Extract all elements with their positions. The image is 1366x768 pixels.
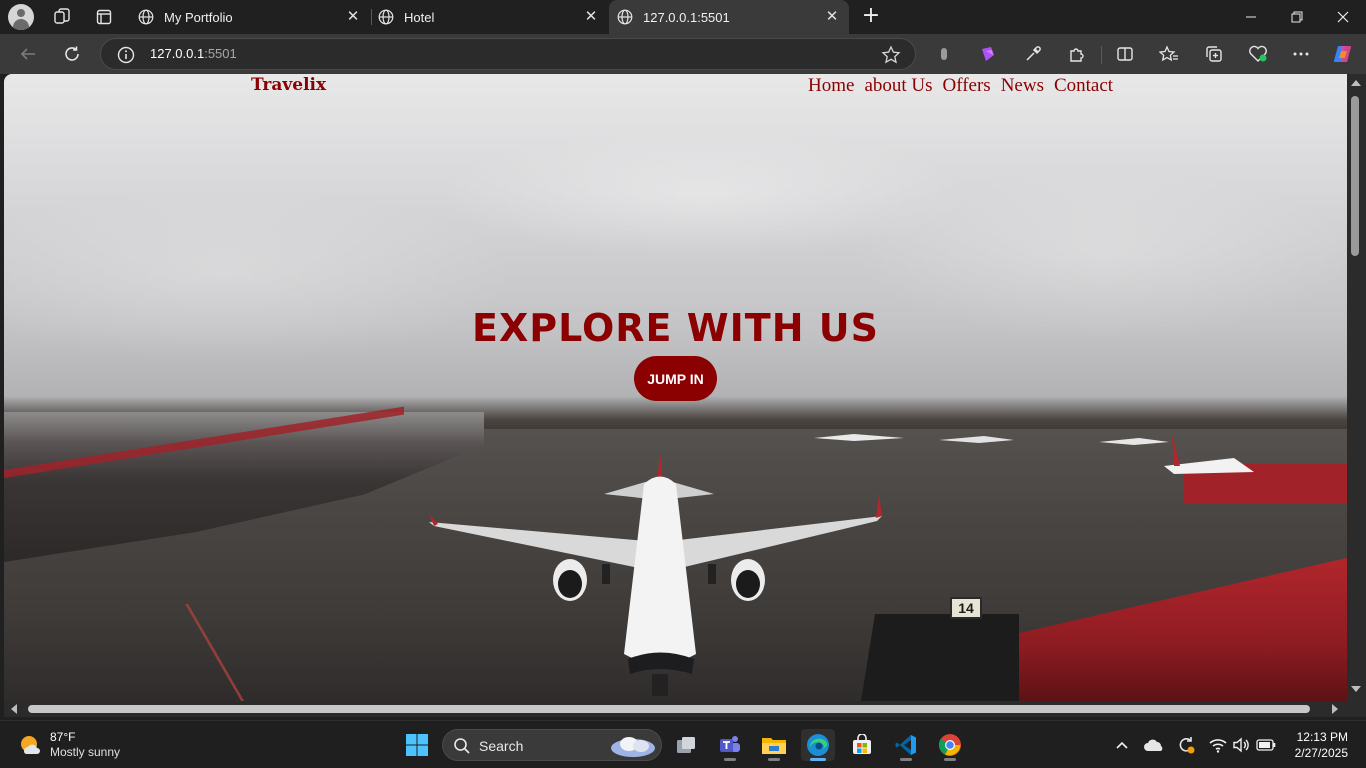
microsoft-store-icon[interactable] [845, 729, 879, 761]
browser-essentials-icon[interactable] [1247, 43, 1269, 65]
hero-title: EXPLORE WITH US [472, 306, 879, 350]
profile-avatar-icon[interactable] [8, 4, 34, 30]
teams-icon[interactable] [713, 729, 747, 761]
partly-sunny-icon [18, 733, 42, 757]
nav-link-about[interactable]: about Us [864, 75, 932, 97]
extension-dot-icon[interactable] [933, 43, 955, 65]
vertical-scrollbar[interactable] [1347, 74, 1366, 701]
taskbar-clock[interactable]: 12:13 PM 2/27/2025 [1295, 729, 1348, 761]
eyedropper-icon[interactable] [1022, 43, 1044, 65]
vertical-scroll-thumb[interactable] [1351, 96, 1359, 256]
browser-toolbar: 127.0.0.1:5501 [0, 34, 1366, 74]
horizontal-scrollbar[interactable] [4, 701, 1347, 717]
site-menu: Home about Us Offers News Contact [808, 75, 1113, 97]
close-tab-icon[interactable]: ✕ [584, 9, 598, 24]
battery-icon[interactable] [1256, 735, 1276, 755]
nav-link-offers[interactable]: Offers [943, 75, 991, 97]
running-indicator [724, 758, 736, 761]
nav-link-news[interactable]: News [1001, 75, 1044, 97]
site-logo[interactable]: Travelix [251, 75, 326, 95]
file-explorer-icon[interactable] [757, 729, 791, 761]
edge-icon[interactable] [801, 729, 835, 761]
close-tab-icon[interactable]: ✕ [825, 9, 839, 24]
url-text: 127.0.0.1:5501 [150, 46, 237, 61]
extensions-puzzle-icon[interactable] [1066, 43, 1088, 65]
minimize-icon[interactable] [1228, 0, 1274, 34]
refresh-icon[interactable] [57, 40, 87, 68]
nav-link-contact[interactable]: Contact [1054, 75, 1113, 97]
horizontal-scroll-thumb[interactable] [28, 705, 1310, 713]
site-navbar: Travelix Home about Us Offers News Conta… [4, 74, 1347, 98]
weather-condition: Mostly sunny [50, 745, 121, 759]
tab-strip: My Portfolio ✕ Hotel ✕ 127.0.0.1:5501 ✕ … [0, 0, 1366, 34]
task-view-icon[interactable] [669, 729, 703, 761]
volume-icon[interactable] [1231, 735, 1251, 755]
tab-title: My Portfolio [164, 9, 233, 25]
toolbar-divider [1101, 46, 1102, 64]
onedrive-icon[interactable] [1144, 735, 1164, 755]
close-window-icon[interactable] [1320, 0, 1366, 34]
back-arrow-icon[interactable] [13, 40, 43, 68]
page-viewport: 14 Travelix Home about Us Offers News Co… [4, 74, 1347, 701]
tab-localhost[interactable]: 127.0.0.1:5501 ✕ [609, 0, 849, 34]
clock-time: 12:13 PM [1296, 730, 1348, 744]
clock-date: 2/27/2025 [1294, 746, 1348, 760]
globe-icon [138, 9, 154, 25]
tray-overflow-chevron-icon[interactable] [1112, 735, 1132, 755]
tab-hotel[interactable]: Hotel ✕ [370, 0, 608, 34]
workspaces-icon[interactable] [48, 4, 76, 30]
favorite-star-icon[interactable] [881, 45, 901, 65]
collections-icon[interactable] [1203, 43, 1225, 65]
globe-icon [617, 9, 633, 25]
vscode-icon[interactable] [889, 729, 923, 761]
close-tab-icon[interactable]: ✕ [346, 9, 360, 24]
tab-title: Hotel [404, 9, 435, 25]
new-tab-button[interactable]: + [858, 4, 884, 30]
windows-taskbar: 87°F Mostly sunny Search 12:13 PM 2/27/2… [0, 720, 1366, 768]
windows-start-icon[interactable] [400, 729, 434, 761]
scroll-right-icon[interactable] [1332, 704, 1338, 714]
chrome-icon[interactable] [933, 729, 967, 761]
search-label: Search [479, 738, 524, 754]
scroll-corner [1347, 701, 1366, 717]
tab-actions-icon[interactable] [90, 4, 118, 30]
copilot-icon[interactable] [1332, 43, 1354, 65]
site-info-icon[interactable] [117, 46, 135, 64]
scroll-left-icon[interactable] [11, 704, 17, 714]
scroll-down-icon[interactable] [1351, 686, 1361, 692]
address-bar[interactable]: 127.0.0.1:5501 [100, 38, 916, 70]
tab-my-portfolio[interactable]: My Portfolio ✕ [130, 0, 370, 34]
more-options-icon[interactable] [1290, 43, 1312, 65]
tab-title: 127.0.0.1:5501 [643, 9, 730, 25]
jump-in-button[interactable]: JUMP IN [634, 356, 717, 401]
favorites-icon[interactable] [1158, 43, 1180, 65]
active-indicator [810, 758, 826, 761]
weather-widget[interactable]: 87°F Mostly sunny [18, 730, 120, 760]
running-indicator [768, 758, 780, 761]
search-highlight-icon [611, 737, 655, 757]
split-screen-icon[interactable] [1114, 43, 1136, 65]
running-indicator [944, 758, 956, 761]
nav-link-home[interactable]: Home [808, 75, 854, 97]
running-indicator [900, 758, 912, 761]
search-icon [454, 738, 470, 754]
wifi-icon[interactable] [1208, 735, 1228, 755]
sync-update-icon[interactable] [1176, 735, 1196, 755]
extension-purple-icon[interactable] [977, 43, 999, 65]
restore-icon[interactable] [1274, 0, 1320, 34]
taskbar-search-box[interactable]: Search [442, 729, 662, 761]
weather-temperature: 87°F [50, 730, 76, 744]
scroll-up-icon[interactable] [1351, 80, 1361, 86]
globe-icon [378, 9, 394, 25]
